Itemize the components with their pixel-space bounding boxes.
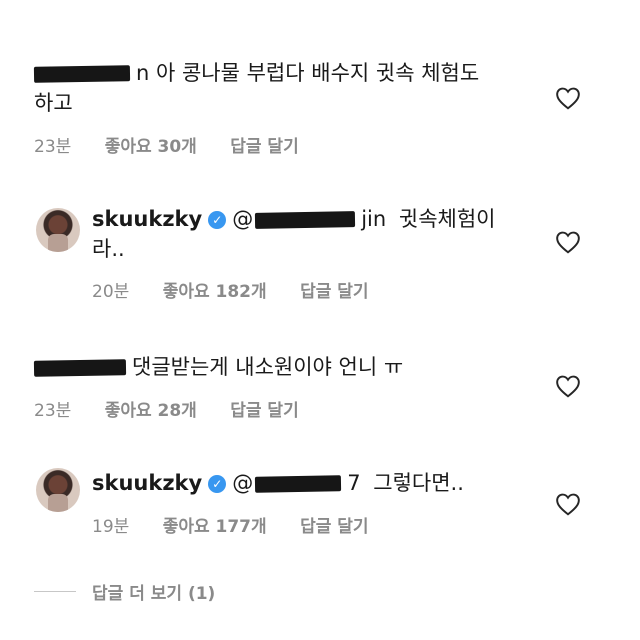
- heart-outline-icon[interactable]: [555, 492, 581, 516]
- comment-text: n 아 콩나물 부럽다 배수지 귓속 체험도: [33, 58, 480, 88]
- avatar[interactable]: [36, 468, 80, 512]
- heart-outline-icon[interactable]: [555, 86, 581, 110]
- like-count[interactable]: 좋아요 182개: [163, 277, 267, 302]
- mention-at: @: [232, 207, 254, 231]
- comment-body: 귓속체험이: [398, 207, 496, 231]
- like-count[interactable]: 좋아요 30개: [105, 132, 197, 157]
- reply-button[interactable]: 답글 달기: [230, 396, 298, 421]
- comment-text: skuukzky ✓ @ jin 귓속체험이: [92, 204, 496, 234]
- reply-button[interactable]: 답글 달기: [300, 277, 368, 302]
- redacted-mention: [255, 211, 356, 229]
- mention-suffix[interactable]: jin: [361, 207, 386, 231]
- redacted-username: [33, 65, 131, 83]
- comment-text: 댓글받는게 내소원이야 언니 ㅠ: [33, 352, 404, 382]
- divider-line: [34, 590, 76, 592]
- reply-button[interactable]: 답글 달기: [230, 132, 298, 157]
- comment-meta: 23분 좋아요 30개 답글 달기: [34, 132, 327, 157]
- verified-badge-icon: ✓: [208, 211, 227, 229]
- view-more-replies-label: 답글 더 보기 (1): [92, 583, 216, 604]
- avatar[interactable]: [36, 208, 80, 252]
- comment-text-line2: 하고: [34, 91, 73, 115]
- view-more-replies-button[interactable]: 답글 더 보기 (1): [34, 576, 215, 606]
- reply-button[interactable]: 답글 달기: [300, 512, 368, 537]
- timestamp: 20분: [92, 282, 130, 302]
- mention-at: @: [232, 471, 254, 495]
- heart-outline-icon[interactable]: [555, 374, 581, 398]
- mention-suffix[interactable]: 7: [347, 471, 360, 495]
- comment-body: n 아 콩나물 부럽다 배수지 귓속 체험도: [136, 61, 480, 85]
- username[interactable]: skuukzky: [92, 471, 202, 495]
- like-count[interactable]: 좋아요 28개: [105, 396, 197, 421]
- comment-body: 그렇다면..: [373, 471, 464, 495]
- timestamp: 19분: [92, 517, 130, 537]
- comment-meta: 20분 좋아요 182개 답글 달기: [92, 277, 397, 302]
- timestamp: 23분: [34, 137, 72, 157]
- like-count[interactable]: 좋아요 177개: [163, 512, 267, 537]
- heart-outline-icon[interactable]: [555, 230, 581, 254]
- comment-meta: 23분 좋아요 28개 답글 달기: [34, 396, 327, 421]
- verified-badge-icon: ✓: [208, 475, 227, 493]
- redacted-username: [33, 359, 127, 377]
- comment-text: skuukzky ✓ @7 그렇다면..: [92, 468, 464, 498]
- username[interactable]: skuukzky: [92, 207, 202, 231]
- timestamp: 23분: [34, 401, 72, 421]
- comment-text-line2: 라..: [92, 237, 125, 261]
- comment-meta: 19분 좋아요 177개 답글 달기: [92, 512, 397, 537]
- comment-body: 댓글받는게 내소원이야 언니 ㅠ: [132, 355, 404, 379]
- redacted-mention: [255, 475, 342, 493]
